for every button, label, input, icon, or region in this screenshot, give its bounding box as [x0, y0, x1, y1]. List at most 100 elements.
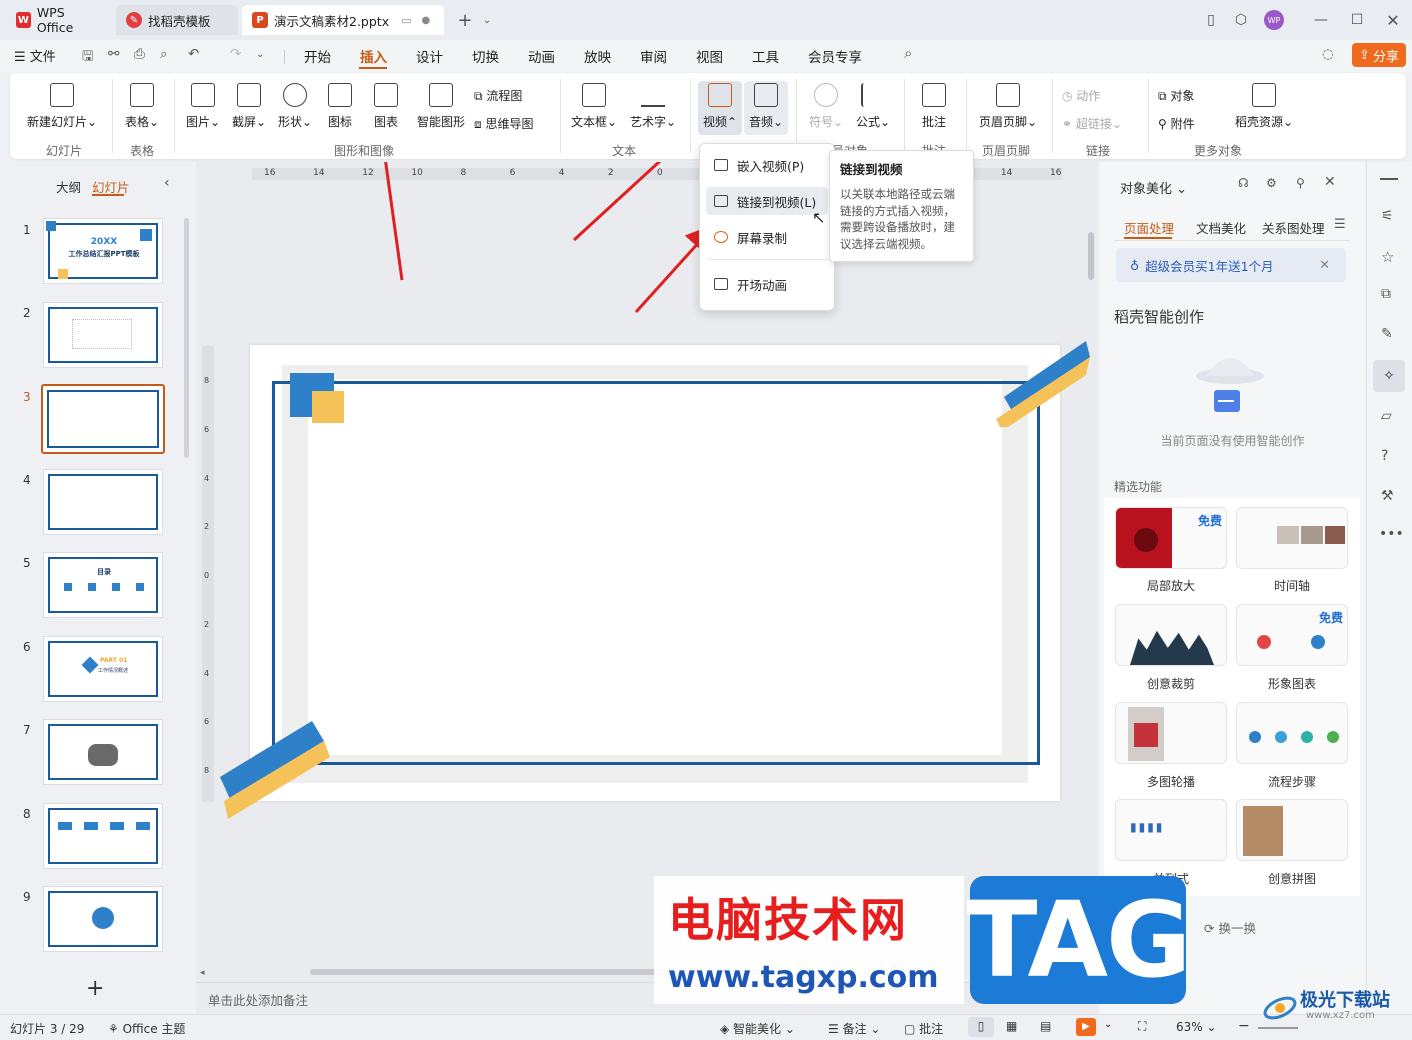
zoom-out-icon[interactable]: − [1238, 1018, 1250, 1034]
avatar[interactable]: WP [1263, 10, 1285, 30]
star-icon[interactable]: ☆ [1381, 248, 1394, 266]
feature-card-parallel[interactable]: ▮▮▮▮ [1115, 799, 1227, 861]
new-slide-button[interactable]: 新建幻灯片⌄ [24, 83, 100, 130]
scroll-left-icon[interactable]: ◂ [200, 968, 205, 978]
theme-button[interactable]: ⚘ Office 主题 [108, 1020, 185, 1037]
print-preview-icon[interactable]: ⌕ [160, 46, 168, 62]
feature-card-creative-collage[interactable] [1236, 799, 1348, 861]
mindmap-button[interactable]: ⧈ 思维导图 [474, 115, 554, 132]
tab-relation-diagram[interactable]: 关系图处理 [1262, 218, 1325, 237]
feature-card-image-chart[interactable]: 免费 [1236, 604, 1348, 666]
smart-graphic-button[interactable]: 智能图形 [412, 83, 470, 130]
formula-button[interactable]: 公式⌄ [852, 83, 894, 130]
slide-thumbnail-2[interactable] [43, 302, 163, 368]
sliders-icon[interactable]: ⚟ [1381, 208, 1394, 224]
beautify-icon[interactable]: ✎ [1381, 326, 1393, 342]
redo-icon[interactable]: ↷ [230, 46, 241, 62]
cube-icon[interactable]: ⬡ [1230, 10, 1252, 30]
fit-window-icon[interactable]: ⛶ [1138, 1019, 1146, 1034]
video-button[interactable]: 视频⌃ [698, 83, 742, 130]
comment-button[interactable]: 批注 [912, 83, 956, 130]
attachment-button[interactable]: ⚲ 附件 [1158, 115, 1228, 132]
tab-page-process[interactable]: 页面处理 [1124, 218, 1174, 237]
help-icon[interactable]: ? [1381, 448, 1388, 464]
menu-tools[interactable]: 工具 [752, 46, 779, 66]
headset-icon[interactable]: ☊ [1238, 176, 1249, 190]
menu-item-embed-video[interactable]: 嵌入视频(P) [706, 151, 828, 179]
menu-transition[interactable]: 切换 [472, 46, 499, 66]
book-icon[interactable]: ▱ [1381, 408, 1392, 424]
slide-thumbnail-5[interactable]: 目录 [43, 552, 163, 618]
symbol-button[interactable]: 符号⌄ [806, 83, 846, 130]
tab-document[interactable]: P 演示文稿素材2.pptx ▭ ● [242, 5, 444, 35]
file-menu[interactable]: ☰ 文件 [14, 46, 56, 65]
menu-design[interactable]: 设计 [416, 46, 443, 66]
header-footer-button[interactable]: 页眉页脚⌄ [972, 83, 1044, 130]
layout-icon[interactable]: ▯ [1200, 10, 1222, 30]
menu-item-screen-record[interactable]: 屏幕录制 [706, 223, 828, 251]
screenshot-button[interactable]: 截屏⌄ [228, 83, 270, 130]
play-slideshow-icon[interactable]: ▶ [1076, 1018, 1096, 1036]
scrollbar[interactable] [184, 218, 189, 458]
menu-member[interactable]: 会员专享 [808, 46, 862, 66]
tab-outline[interactable]: 大纲 [56, 177, 81, 196]
slide-thumbnail-1[interactable]: 20XX 工作总结汇报PPT模板 [43, 218, 163, 284]
feature-card-local-zoom[interactable]: 免费 [1115, 507, 1227, 569]
slide-thumbnail-7[interactable] [43, 719, 163, 785]
shape-button[interactable]: 形状⌄ [274, 83, 316, 130]
slide-thumbnail-3-selected[interactable] [41, 384, 165, 454]
feature-card-multi-carousel[interactable] [1115, 702, 1227, 764]
flowchart-button[interactable]: ⧉ 流程图 [474, 87, 554, 104]
menu-slideshow[interactable]: 放映 [584, 46, 611, 66]
audio-button[interactable]: 音频⌄ [744, 83, 788, 130]
search-icon[interactable]: ⌕ [904, 44, 912, 62]
daoke-resource-button[interactable]: 稻壳资源⌄ [1228, 83, 1300, 130]
promo-banner[interactable]: ♁ 超级会员买1年送1个月 ✕ [1116, 248, 1346, 282]
tab-doc-beautify[interactable]: 文档美化 [1196, 218, 1246, 237]
feature-card-timeline[interactable] [1236, 507, 1348, 569]
add-slide-icon[interactable]: + [86, 976, 104, 1001]
close-promo-icon[interactable]: ✕ [1319, 258, 1330, 273]
quick-access-chevron-icon[interactable]: ⌄ [256, 49, 264, 60]
menu-view[interactable]: 视图 [696, 46, 723, 66]
textbox-button[interactable]: 文本框⌄ [568, 83, 620, 130]
wordart-button[interactable]: 艺术字⌄ [626, 83, 680, 130]
chat-icon[interactable]: ◌ [1322, 46, 1334, 62]
table-button[interactable]: 表格⌄ [120, 83, 164, 130]
chart-button[interactable]: 图表 [368, 83, 404, 130]
comment-toggle-button[interactable]: ▢ 批注 [904, 1020, 943, 1037]
pin-icon[interactable]: ⚲ [1296, 176, 1305, 190]
grid-view-icon[interactable]: ▦ [1006, 1019, 1017, 1033]
share-button[interactable]: ⇪ 分享 [1352, 43, 1406, 67]
monitor-icon[interactable]: ▭ [401, 14, 411, 27]
tab-template[interactable]: ✎ 找稻壳模板 [116, 5, 238, 35]
tab-wps-office[interactable]: W WPS Office [6, 5, 110, 35]
feature-card-creative-crop[interactable] [1115, 604, 1227, 666]
action-button[interactable]: ◷ 动作 [1062, 87, 1142, 104]
menu-review[interactable]: 审阅 [640, 46, 667, 66]
object-button[interactable]: ⧉ 对象 [1158, 87, 1228, 104]
notes-input[interactable]: 单击此处添加备注 [208, 990, 308, 1009]
reading-view-icon[interactable]: ▤ [1040, 1019, 1051, 1033]
icon-button[interactable]: 图标 [322, 83, 358, 130]
slide-canvas[interactable] [220, 341, 1090, 819]
zoom-slider[interactable] [1258, 1027, 1298, 1029]
more-icon[interactable]: ••• [1379, 526, 1404, 542]
hyperlink-button[interactable]: ⚭ 超链接⌄ [1062, 115, 1142, 132]
print-icon[interactable]: ⎙ [134, 46, 145, 62]
minus-icon[interactable] [1380, 178, 1398, 180]
tools-icon[interactable]: ⚒ [1381, 488, 1394, 504]
chevron-down-icon[interactable]: ⌄ [476, 10, 498, 30]
picture-button[interactable]: 图片⌄ [182, 83, 224, 130]
close-panel-icon[interactable]: ✕ [1324, 174, 1336, 190]
new-tab-icon[interactable]: + [454, 10, 476, 31]
collapse-panel-icon[interactable]: ‹ [164, 175, 170, 191]
more-tabs-icon[interactable]: ☰ [1334, 217, 1346, 232]
undo-icon[interactable]: ↶ [188, 46, 199, 62]
gear-icon[interactable]: ⚙ [1266, 176, 1277, 190]
slide-thumbnail-8[interactable] [43, 803, 163, 869]
slide-thumbnail-6[interactable]: PART 01 工作情况概述 [43, 636, 163, 702]
normal-view-icon[interactable]: ▯ [968, 1017, 994, 1037]
slide-thumbnail-4[interactable] [43, 469, 163, 535]
smart-beautify-button[interactable]: ◈ 智能美化 ⌄ [720, 1020, 795, 1037]
